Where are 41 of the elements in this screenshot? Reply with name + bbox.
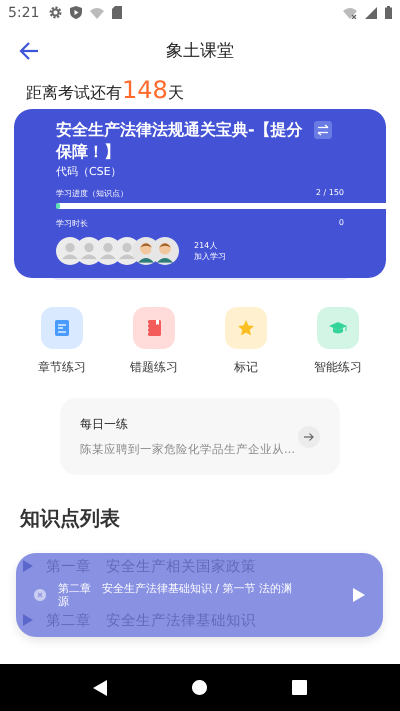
progress-label: 学习进度（知识点）	[56, 188, 128, 200]
clock-time: 5:21	[8, 4, 40, 21]
battery-icon	[385, 6, 392, 20]
now-playing-title: 第二章 安全生产法律基础知识 / 第一节 法的渊源	[58, 582, 294, 608]
book-icon	[53, 319, 71, 338]
feature-tile[interactable]	[317, 307, 359, 350]
notebook-icon	[145, 319, 163, 338]
duration-reading: 0	[338, 218, 344, 230]
play-icon[interactable]	[353, 588, 365, 602]
feature-tile[interactable]	[41, 307, 83, 350]
learner-caption: 加入学习	[194, 251, 226, 262]
arrow-right-icon[interactable]	[298, 426, 320, 448]
avatar-figure	[151, 237, 179, 266]
signal-icon	[365, 6, 377, 19]
page-title: 象土课堂	[166, 40, 234, 62]
feature-label: 智能练习	[314, 359, 362, 376]
daily-title: 每日一练	[80, 416, 129, 434]
course-code: 代码（CSE）	[56, 164, 123, 180]
feature-label: 标记	[234, 359, 258, 376]
feature-label: 错题练习	[130, 359, 178, 376]
countdown-text: 距离考试还有148天	[26, 76, 184, 106]
back-triangle-icon[interactable]	[92, 680, 107, 696]
recents-square-icon[interactable]	[292, 680, 308, 695]
daily-practice-card[interactable]: 每日一练 陈某应聘到一家危险化学品生产企业从...	[60, 398, 340, 475]
gear-icon	[49, 6, 62, 20]
course-title: 安全生产法律法规通关宝典-【提分保障！】	[56, 119, 304, 164]
progress-reading: 2 / 150	[316, 188, 344, 200]
shield-icon	[70, 6, 82, 20]
feature-tile[interactable]	[225, 307, 267, 350]
switch-icon[interactable]	[314, 121, 332, 140]
feature-tile[interactable]	[133, 307, 175, 350]
home-circle-icon[interactable]	[192, 680, 207, 695]
feature-label: 章节练习	[38, 359, 86, 376]
question-preview: 陈某应聘到一家危险化学品生产企业从...	[80, 442, 296, 458]
section-heading: 知识点列表	[20, 505, 121, 532]
back-arrow-icon[interactable]	[19, 42, 39, 60]
star-icon	[237, 319, 255, 338]
sd-card-icon	[112, 6, 122, 20]
wifi-off-icon	[343, 6, 357, 19]
learner-count: 214人	[194, 240, 218, 252]
duration-label: 学习时长	[56, 218, 88, 230]
